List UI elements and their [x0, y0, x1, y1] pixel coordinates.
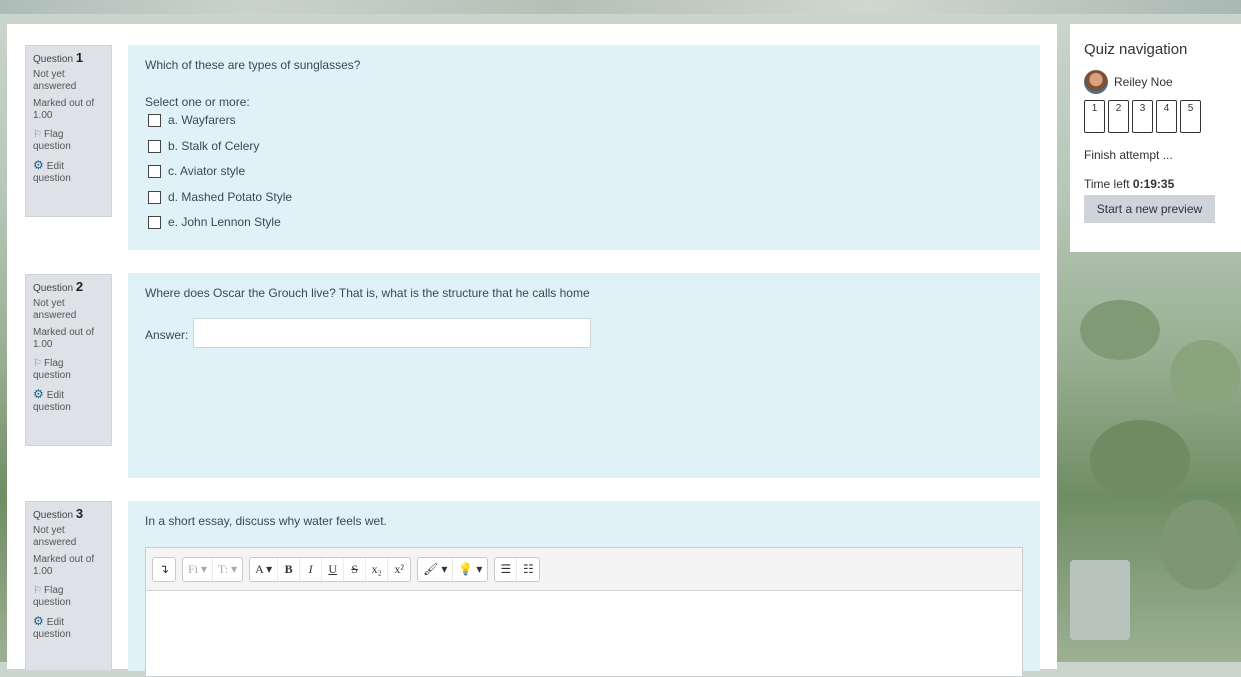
question-state: Not yet answered: [33, 69, 77, 92]
underline-button[interactable]: U: [322, 557, 345, 581]
superscript-button[interactable]: x²: [388, 558, 410, 581]
checkbox-icon[interactable]: [148, 139, 161, 153]
subscript-button[interactable]: x₂: [366, 557, 389, 581]
brush-button[interactable]: 🖌 ▾: [418, 557, 454, 581]
edit-question-link[interactable]: ⚙ Edit question: [33, 615, 104, 641]
font-color-button[interactable]: A ▾: [250, 557, 279, 581]
gear-icon: ⚙: [33, 614, 44, 628]
question-content-1: Which of these are types of sunglasses? …: [128, 45, 1040, 250]
bg-building: [1070, 560, 1130, 640]
nav-question-button-1[interactable]: 1: [1084, 100, 1105, 133]
essay-editor: ↴ Fi ▾ T: ▾ A ▾ B I U S x₂ x² 🖌 ▾ �: [145, 547, 1023, 677]
flag-icon: ⚐: [33, 585, 42, 596]
user-name: Reiley Noe: [1114, 75, 1173, 89]
answer-input[interactable]: [193, 318, 591, 348]
numbered-list-button[interactable]: ☷: [517, 558, 539, 581]
font-size-button[interactable]: T: ▾: [213, 558, 242, 581]
question-content-2: Where does Oscar the Grouch live? That i…: [128, 273, 1040, 478]
toolbar-group-list: ☰ ☷: [494, 556, 541, 582]
essay-textarea[interactable]: [146, 591, 1022, 677]
question-info-1: Question 1 Not yet answered Marked out o…: [25, 45, 112, 217]
time-left: Time left 0:19:35: [1084, 177, 1175, 191]
bullet-list-button[interactable]: ☰: [495, 557, 518, 581]
bold-button[interactable]: B: [278, 557, 301, 581]
toolbar-group-expand: ↴: [152, 556, 176, 582]
background-strip: [0, 0, 1241, 14]
question-number: Question 2: [33, 279, 84, 294]
quiz-navigation: Quiz navigation Reiley Noe 1 2 3 4 5 Fin…: [1070, 24, 1241, 252]
question-info-3: Question 3 Not yet answered Marked out o…: [25, 501, 112, 671]
expand-toolbar-button[interactable]: ↴: [153, 558, 175, 581]
bg-tree: [1170, 340, 1240, 410]
option-d[interactable]: d. Mashed Potato Style: [148, 190, 292, 204]
bg-tree: [1090, 420, 1190, 500]
nav-question-button-3[interactable]: 3: [1132, 100, 1153, 133]
start-new-preview-button[interactable]: Start a new preview: [1084, 195, 1215, 223]
bulb-button[interactable]: 💡 ▾: [453, 558, 487, 581]
question-state: Not yet answered: [33, 298, 77, 321]
flag-icon: ⚐: [33, 358, 42, 369]
checkbox-icon[interactable]: [148, 113, 161, 127]
avatar: [1084, 70, 1108, 94]
gear-icon: ⚙: [33, 387, 44, 401]
gear-icon: ⚙: [33, 158, 44, 172]
nav-user[interactable]: Reiley Noe: [1084, 70, 1241, 94]
question-text: Which of these are types of sunglasses?: [145, 58, 361, 72]
italic-button[interactable]: I: [300, 557, 323, 581]
question-text: In a short essay, discuss why water feel…: [145, 514, 387, 528]
question-marks: Marked out of 1.00: [33, 327, 95, 350]
question-buttons: 1 2 3 4 5: [1084, 100, 1241, 133]
toolbar-group-format: A ▾ B I U S x₂ x²: [249, 556, 412, 582]
editor-toolbar: ↴ Fi ▾ T: ▾ A ▾ B I U S x₂ x² 🖌 ▾ �: [146, 548, 1022, 591]
checkbox-icon[interactable]: [148, 190, 161, 204]
option-c[interactable]: c. Aviator style: [148, 164, 245, 178]
flag-icon: ⚐: [33, 129, 42, 140]
nav-title: Quiz navigation: [1084, 41, 1188, 58]
checkbox-icon[interactable]: [148, 215, 161, 229]
answer-label: Answer:: [145, 328, 189, 342]
option-e[interactable]: e. John Lennon Style: [148, 215, 281, 229]
edit-question-link[interactable]: ⚙ Edit question: [33, 159, 104, 185]
flag-question-link[interactable]: ⚐ Flag question: [33, 358, 104, 382]
option-a[interactable]: a. Wayfarers: [148, 113, 236, 127]
flag-question-link[interactable]: ⚐ Flag question: [33, 129, 104, 153]
question-marks: Marked out of 1.00: [33, 554, 95, 577]
bg-tree: [1080, 300, 1160, 360]
finish-attempt-link[interactable]: Finish attempt ...: [1084, 148, 1241, 162]
toolbar-group-style: 🖌 ▾ 💡 ▾: [417, 556, 489, 582]
question-content-3: In a short essay, discuss why water feel…: [128, 501, 1040, 677]
question-number: Question 3: [33, 506, 84, 521]
option-b[interactable]: b. Stalk of Celery: [148, 139, 259, 153]
nav-question-button-2[interactable]: 2: [1108, 100, 1129, 133]
edit-question-link[interactable]: ⚙ Edit question: [33, 388, 104, 414]
flag-question-link[interactable]: ⚐ Flag question: [33, 585, 104, 609]
checkbox-icon[interactable]: [148, 164, 161, 178]
question-number: Question 1: [33, 50, 84, 65]
toolbar-group-font: Fi ▾ T: ▾: [182, 556, 244, 582]
bg-tree: [1160, 500, 1240, 590]
select-prompt: Select one or more:: [145, 95, 250, 109]
strikethrough-button[interactable]: S: [344, 557, 367, 581]
time-value: 0:19:35: [1132, 177, 1175, 191]
question-info-2: Question 2 Not yet answered Marked out o…: [25, 274, 112, 446]
font-family-button[interactable]: Fi ▾: [183, 557, 214, 581]
question-state: Not yet answered: [33, 525, 77, 548]
question-text: Where does Oscar the Grouch live? That i…: [145, 286, 590, 300]
nav-question-button-5[interactable]: 5: [1180, 100, 1201, 133]
question-marks: Marked out of 1.00: [33, 98, 95, 121]
nav-question-button-4[interactable]: 4: [1156, 100, 1177, 133]
quiz-main: Question 1 Not yet answered Marked out o…: [7, 24, 1057, 677]
